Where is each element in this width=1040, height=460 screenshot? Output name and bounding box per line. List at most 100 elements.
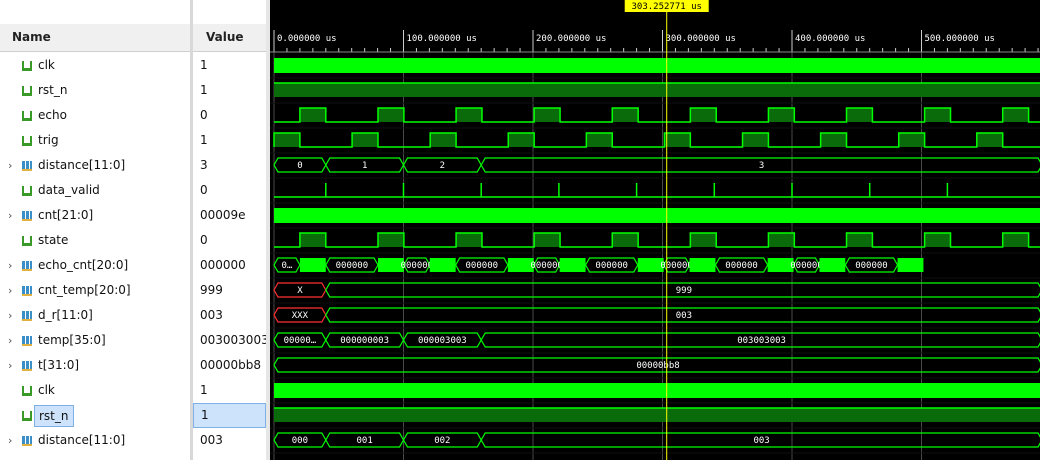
signal-value: 00009e (200, 208, 246, 222)
expand-chevron-icon[interactable]: › (8, 278, 16, 303)
expand-chevron-icon[interactable]: › (8, 253, 16, 278)
ruler-label: 100.000000 us (407, 34, 477, 44)
bit-high-fill (768, 108, 795, 122)
signal-name-label: state (38, 233, 69, 247)
signal-value: 3 (200, 158, 208, 172)
signal-row-distance[interactable]: › distance[11:0] (0, 428, 190, 453)
signal-row-cnt[interactable]: › cnt[21:0] (0, 203, 190, 228)
value-column-header[interactable]: Value (193, 24, 266, 52)
signal-value: 00000bb8 (200, 358, 262, 372)
bit-high-fill (586, 133, 613, 147)
bit-signal-icon (22, 86, 32, 96)
signal-row-trig[interactable]: trig (0, 128, 190, 153)
bit-high-fill (820, 133, 847, 147)
bus-value-label: 000000 (790, 261, 823, 271)
bus-value-label: 1 (362, 161, 367, 171)
signal-name-label: cnt_temp[20:0] (38, 283, 131, 297)
signal-row-state[interactable]: state (0, 228, 190, 253)
signal-name-label: t[31:0] (38, 358, 80, 372)
signal-value: 0 (200, 233, 208, 247)
signal-value: 000000 (200, 258, 246, 272)
signal-name-label: rst_n (34, 405, 74, 427)
signal-value: 003 (200, 308, 223, 322)
bus-value-label: 002 (434, 436, 450, 446)
bus-value-label: 003 (753, 436, 769, 446)
bus-value-label: 000000003 (340, 336, 389, 346)
bus-value-label: 2 (440, 161, 445, 171)
expand-chevron-icon[interactable]: › (8, 153, 16, 178)
bit-signal-icon (22, 61, 32, 71)
expand-chevron-icon[interactable]: › (8, 203, 16, 228)
signal-row-t[interactable]: › t[31:0] (0, 353, 190, 378)
dense-clock-band (274, 208, 1040, 223)
bus-value-label: 000000 (466, 261, 499, 271)
bus-value-label: 000000 (595, 261, 628, 271)
bus-value-label: X (297, 286, 303, 296)
signal-row-echo-cnt[interactable]: › echo_cnt[20:0] (0, 253, 190, 278)
signal-value: 1 (200, 58, 208, 72)
bit-high-fill (534, 108, 561, 122)
signal-row-clk[interactable]: clk (0, 53, 190, 78)
signal-row-temp[interactable]: › temp[35:0] (0, 328, 190, 353)
bus-value-label: 003003003 (737, 336, 786, 346)
counting-band (819, 258, 846, 272)
signal-name-label: temp[35:0] (38, 333, 106, 347)
signal-name-label: trig (38, 133, 59, 147)
expand-chevron-icon[interactable]: › (8, 328, 16, 353)
bus-signal-icon (22, 361, 32, 371)
bit-high-fill (430, 133, 457, 147)
bit-signal-icon (22, 186, 32, 196)
dense-clock-band (274, 383, 1040, 398)
name-column-header[interactable]: Name (0, 24, 190, 52)
bus-value-label: 000000 (660, 261, 693, 271)
bus-value-label: 000000 (401, 261, 434, 271)
ruler-label: 0.000000 us (277, 34, 337, 44)
bit-high-fill (299, 233, 326, 247)
bit-signal-icon (22, 411, 32, 421)
signal-row-d-r[interactable]: › d_r[11:0] (0, 303, 190, 328)
signal-value: 0 (200, 108, 208, 122)
bit-high-fill (456, 233, 482, 247)
signal-row-cnt-temp[interactable]: › cnt_temp[20:0] (0, 278, 190, 303)
bus-value-label: 0 (297, 161, 302, 171)
bit-high-fill (534, 233, 561, 247)
signal-name-label: rst_n (38, 83, 68, 97)
bus-value-label: 000000 (336, 261, 369, 271)
signal-value: 1 (200, 133, 208, 147)
bit-high-fill (690, 108, 717, 122)
bit-high-fill (768, 233, 795, 247)
bus-value-label: 000003003 (418, 336, 467, 346)
signal-name-label: d_r[11:0] (38, 308, 93, 322)
signal-name-label: distance[11:0] (38, 158, 126, 172)
bit-high-fill (377, 108, 404, 122)
bit-high-fill (898, 133, 925, 147)
bus-value-label: 000000 (530, 261, 563, 271)
bit-signal-icon (22, 236, 32, 246)
signal-row-distance[interactable]: › distance[11:0] (0, 153, 190, 178)
expand-chevron-icon[interactable]: › (8, 428, 16, 453)
signal-name-label: clk (38, 58, 55, 72)
signal-row-rst-n[interactable]: rst_n (0, 78, 190, 103)
expand-chevron-icon[interactable]: › (8, 303, 16, 328)
ruler-label: 300.000000 us (666, 34, 736, 44)
waveform-canvas[interactable]: 0.000000 us 100.000000 us 200.000000 us 300… (270, 0, 1040, 460)
counting-band (299, 258, 326, 272)
signal-name-label: echo_cnt[20:0] (38, 258, 129, 272)
signal-name-label: cnt[21:0] (38, 208, 94, 222)
bus-value-label: 3 (759, 161, 764, 171)
signal-value: 0 (200, 183, 208, 197)
bus-value-label: 000000 (855, 261, 888, 271)
ruler-label: 200.000000 us (536, 34, 606, 44)
bus-value-label: 000000 (725, 261, 758, 271)
signal-row-clk[interactable]: clk (0, 378, 190, 403)
bus-signal-icon (22, 286, 32, 296)
signal-value: 1 (200, 383, 208, 397)
signal-row-data-valid[interactable]: data_valid (0, 178, 190, 203)
bit-high-fill (664, 133, 691, 147)
bit-high-fill (1002, 233, 1029, 247)
signal-row-echo[interactable]: echo (0, 103, 190, 128)
expand-chevron-icon[interactable]: › (8, 353, 16, 378)
counting-band (559, 258, 586, 272)
bit-high-fill (274, 133, 300, 147)
signal-row-rst-n[interactable]: rst_n (0, 403, 190, 428)
